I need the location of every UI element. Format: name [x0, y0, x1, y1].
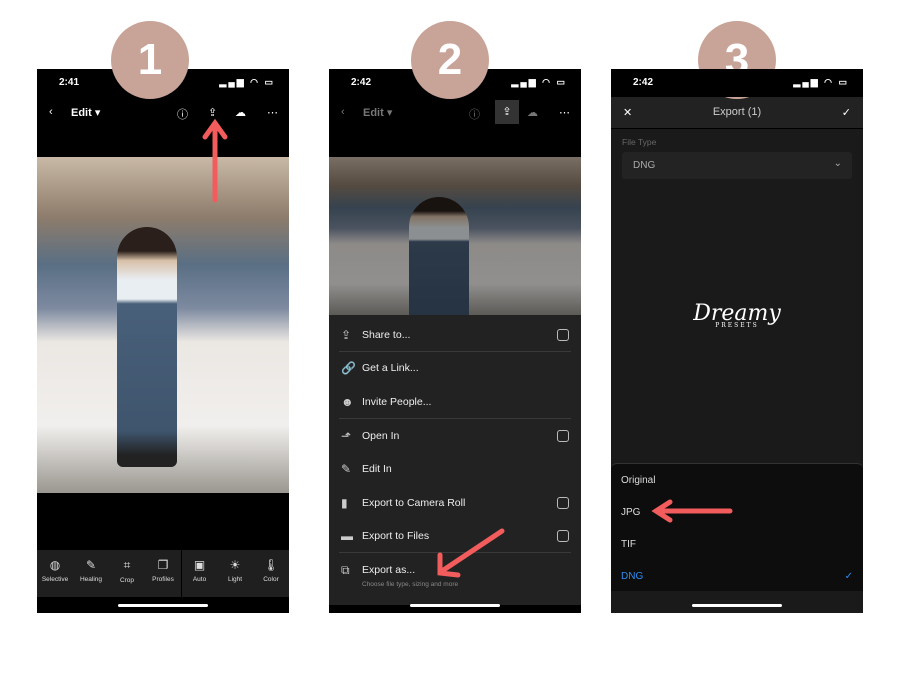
file-type-select[interactable]: DNG ⌄ — [622, 152, 852, 179]
menu-export-camera-roll[interactable]: ▮ Export to Camera Roll — [339, 487, 571, 520]
toggle-icon — [557, 329, 569, 341]
menu-open-in[interactable]: ⬏ Open In — [339, 420, 571, 453]
status-icons: ▂▄▆ ◠ ▭ — [793, 77, 849, 87]
folder-icon: ▬ — [341, 529, 353, 543]
back-icon[interactable]: ‹ — [341, 106, 345, 118]
status-time: 2:42 — [351, 77, 372, 88]
tool-selective[interactable]: ◍ Selective — [37, 550, 73, 597]
option-tif[interactable]: TIF — [621, 539, 853, 550]
option-dng[interactable]: DNG ✓ — [621, 571, 853, 582]
selective-icon: ◍ — [49, 558, 61, 572]
phone-edit-screen: 2:41 ▂▄▆ ◠ ▭ ‹ Edit ▾ ⓘ ⇪ ☁ ⋯ ◍ Selective … — [37, 69, 289, 613]
menu-share-to[interactable]: ⇪ Share to... — [339, 319, 571, 352]
dreamy-presets-logo: Dreamy PRESETS — [693, 301, 781, 329]
status-time: 2:41 — [59, 77, 80, 88]
color-icon: 🌡 — [263, 558, 279, 572]
share-icon: ⇪ — [341, 328, 352, 342]
file-type-options-sheet: Original JPG TIF DNG ✓ — [611, 463, 863, 591]
crop-icon: ⌗ — [123, 558, 131, 572]
profiles-icon: ❐ — [157, 558, 169, 572]
edit-in-icon: ✎ — [341, 462, 352, 476]
confirm-check-icon[interactable]: ✓ — [842, 106, 851, 119]
menu-edit-in[interactable]: ✎ Edit In — [339, 453, 571, 486]
back-icon[interactable]: ‹ — [49, 106, 53, 118]
selected-check-icon: ✓ — [844, 571, 853, 582]
arrow-annotation — [437, 528, 505, 578]
toggle-icon — [557, 530, 569, 542]
home-indicator — [410, 604, 500, 607]
cloud-sync-icon[interactable]: ☁ — [527, 106, 538, 119]
export-icon: ⧉ — [341, 563, 350, 577]
people-icon: ☻ — [341, 395, 354, 409]
home-indicator — [692, 604, 782, 607]
toggle-icon — [557, 430, 569, 442]
photo — [329, 157, 581, 337]
open-in-icon: ⬏ — [341, 429, 352, 443]
menu-invite-people[interactable]: ☻ Invite People... — [339, 386, 571, 419]
edit-dropdown[interactable]: Edit ▾ — [71, 106, 100, 119]
more-icon[interactable]: ⋯ — [267, 106, 278, 119]
share-icon[interactable]: ⇪ — [495, 100, 519, 124]
edit-toolbar: ◍ Selective ✎ Healing ⌗ Crop ❐ Profiles ▣ Aut… — [37, 550, 289, 597]
arrow-annotation — [651, 499, 733, 523]
edit-dropdown[interactable]: Edit ▾ — [363, 106, 392, 119]
link-icon: 🔗 — [341, 361, 356, 375]
more-icon[interactable]: ⋯ — [559, 106, 570, 119]
home-indicator — [118, 604, 208, 607]
status-time: 2:42 — [633, 77, 654, 88]
arrow-annotation — [202, 118, 228, 203]
toggle-icon — [557, 497, 569, 509]
status-icons: ▂▄▆ ◠ ▭ — [219, 77, 275, 87]
cloud-sync-icon[interactable]: ☁ — [235, 106, 246, 119]
chevron-down-icon: ⌄ — [833, 158, 842, 169]
tool-crop[interactable]: ⌗ Crop — [109, 550, 145, 597]
phone-export-screen: 2:42 ▂▄▆ ◠ ▭ ✕ Export (1) ✓ File Type DNG… — [611, 69, 863, 613]
light-icon: ☀ — [229, 558, 241, 572]
photo — [37, 157, 289, 493]
menu-get-link[interactable]: 🔗 Get a Link... — [339, 352, 571, 385]
camera-roll-icon: ▮ — [341, 496, 348, 510]
option-original[interactable]: Original — [621, 475, 853, 486]
tool-color[interactable]: 🌡 Color — [253, 550, 289, 597]
help-icon[interactable]: ⓘ — [469, 106, 480, 122]
file-type-label: File Type — [622, 137, 657, 147]
tool-light[interactable]: ☀ Light — [217, 550, 253, 597]
tool-profiles[interactable]: ❐ Profiles — [145, 550, 181, 597]
status-icons: ▂▄▆ ◠ ▭ — [511, 77, 567, 87]
export-title: Export (1) — [712, 106, 762, 118]
tool-auto[interactable]: ▣ Auto — [181, 550, 217, 597]
healing-icon: ✎ — [85, 558, 97, 572]
help-icon[interactable]: ⓘ — [177, 106, 188, 122]
tool-healing[interactable]: ✎ Healing — [73, 550, 109, 597]
auto-icon: ▣ — [193, 558, 206, 572]
